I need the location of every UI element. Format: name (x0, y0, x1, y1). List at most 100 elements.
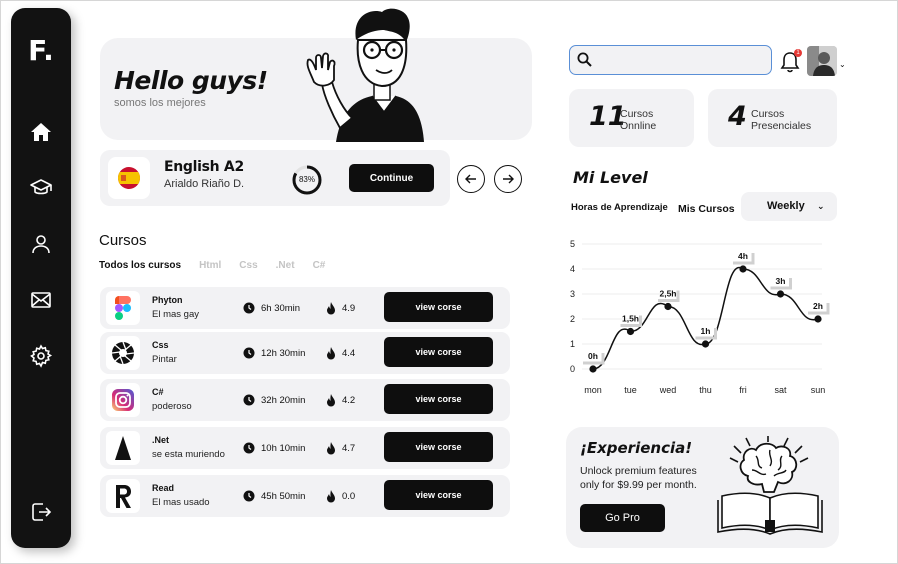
course-row: Css Pintar 12h 30min 4.4 view corse (100, 332, 510, 374)
course-rating: 4.9 (326, 302, 355, 315)
next-lesson-button[interactable] (494, 165, 522, 193)
user-icon[interactable] (29, 232, 53, 256)
y-tick-label: 2 (570, 314, 575, 324)
period-dropdown[interactable]: Weekly ⌄ (741, 192, 837, 221)
course-desc: El mas usado (152, 497, 210, 508)
level-line-chart: 0 1 2 3 4 5 0h mon 1,5h tue 2,5h wed 1h thu 4h fri 3h sat… (570, 239, 830, 395)
figma-icon (106, 291, 140, 325)
tab-learning-hours[interactable]: Horas de Aprendizaje (571, 202, 668, 213)
view-course-button[interactable]: view corse (384, 432, 493, 462)
course-name: Phyton (152, 295, 183, 305)
data-label: 0h (588, 351, 598, 361)
arrow-right-icon (503, 174, 514, 184)
brand-logo: F. (28, 34, 54, 67)
view-course-button[interactable]: view corse (384, 480, 493, 510)
search-input[interactable] (600, 50, 765, 70)
courses-title: Cursos (99, 232, 147, 249)
clock-icon (243, 347, 255, 359)
lesson-teacher: Arialdo Riaño D. (164, 178, 245, 190)
letter-r-icon (106, 479, 140, 513)
sidebar: F. (11, 8, 71, 548)
prev-lesson-button[interactable] (457, 165, 485, 193)
y-tick-label: 5 (570, 239, 575, 249)
course-desc: El mas gay (152, 309, 199, 320)
x-tick-label: mon (584, 385, 602, 395)
data-label: 3h (776, 276, 786, 286)
tab-my-courses[interactable]: Mis Cursos (678, 203, 735, 215)
course-time-text: 10h 10min (261, 442, 306, 454)
fire-icon (327, 394, 335, 407)
course-duration: 45h 50min (243, 490, 305, 502)
data-label: 4h (738, 251, 748, 261)
clock-icon (243, 442, 255, 454)
course-name: Read (152, 483, 175, 493)
filter-html[interactable]: Html (199, 260, 221, 271)
course-name: C# (152, 387, 164, 397)
data-label: 1,5h (622, 314, 639, 324)
data-point (776, 290, 785, 298)
course-name: Css (152, 340, 169, 350)
welcome-subtitle: somos los mejores (114, 97, 206, 109)
filter-css[interactable]: Css (239, 260, 257, 271)
avatar[interactable] (807, 46, 837, 76)
course-time-text: 45h 50min (261, 490, 306, 502)
data-label: 1h (701, 326, 711, 336)
y-tick-label: 4 (570, 264, 575, 274)
data-point (814, 315, 822, 323)
mail-icon[interactable] (29, 288, 53, 312)
welcome-title: Hello guys! (114, 66, 268, 95)
notification-badge: 1 (794, 49, 802, 57)
graduation-cap-icon[interactable] (29, 176, 53, 200)
gear-icon[interactable] (29, 344, 53, 368)
course-duration: 12h 30min (243, 347, 305, 359)
view-course-button[interactable]: view corse (384, 384, 493, 414)
course-duration: 10h 10min (243, 442, 305, 454)
course-rating: 4.7 (326, 442, 355, 455)
home-icon[interactable] (29, 120, 53, 144)
fire-icon (327, 490, 335, 503)
course-duration: 6h 30min (243, 302, 300, 314)
go-pro-button[interactable]: Go Pro (580, 504, 665, 532)
stat-label: Onnline (620, 120, 657, 132)
course-time-text: 12h 30min (261, 347, 306, 359)
brain-book-illustration (717, 436, 823, 535)
filter-net[interactable]: .Net (276, 260, 295, 271)
waving-character-illustration (306, 8, 424, 142)
course-rating-text: 4.9 (342, 303, 356, 314)
logout-icon[interactable] (29, 500, 53, 524)
course-row: C# poderoso 32h 20min 4.2 view corse (100, 379, 510, 421)
course-time-text: 6h 30min (261, 302, 301, 314)
filter-all[interactable]: Todos los cursos (99, 260, 181, 271)
view-course-button[interactable]: view corse (384, 337, 493, 367)
filter-csharp[interactable]: C# (313, 260, 326, 271)
promo-text: Unlock premium features only for $9.99 p… (580, 465, 697, 491)
course-desc: se esta muriendo (152, 449, 225, 460)
arrow-left-icon (465, 174, 476, 184)
x-tick-label: sun (811, 385, 826, 395)
continue-button[interactable]: Continue (349, 164, 434, 192)
chevron-down-icon: ⌄ (817, 201, 825, 211)
clock-icon (243, 394, 255, 406)
clock-icon (243, 490, 255, 502)
course-desc: poderoso (152, 401, 192, 412)
view-course-button[interactable]: view corse (384, 292, 493, 322)
chevron-down-icon[interactable]: ⌄ (839, 60, 846, 69)
data-point (589, 365, 597, 373)
level-title: Mi Level (573, 168, 648, 187)
data-point (664, 302, 672, 311)
stat-card-presencial: 4 Cursos Presenciales (708, 89, 837, 147)
course-rating: 0.0 (326, 490, 355, 503)
stat-number: 4 (728, 101, 747, 132)
course-row: Phyton El mas gay 6h 30min 4.9 view cors… (100, 287, 510, 329)
spain-flag-icon (108, 157, 150, 199)
course-time-text: 32h 20min (261, 394, 306, 406)
search-box (569, 45, 772, 75)
course-row: Read El mas usado 45h 50min 0.0 view cor… (100, 475, 510, 517)
clock-icon (243, 302, 255, 314)
fire-icon (327, 442, 335, 455)
x-tick-label: sat (774, 385, 787, 395)
fire-icon (327, 347, 335, 360)
course-rating-text: 4.2 (342, 395, 356, 406)
stat-label: Cursos (751, 108, 785, 120)
data-label: 2h (813, 301, 823, 311)
